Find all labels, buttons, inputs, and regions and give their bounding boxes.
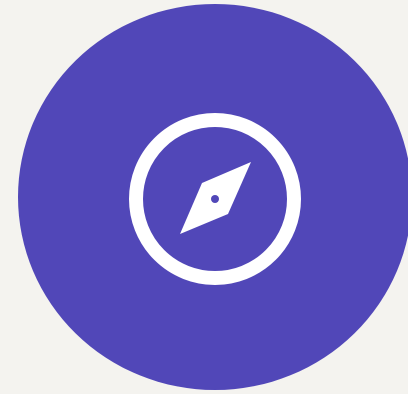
- compass-icon: [129, 113, 301, 285]
- page-background: [0, 0, 408, 394]
- compass-app-icon[interactable]: [18, 4, 408, 390]
- compass-needle-center: [211, 195, 219, 203]
